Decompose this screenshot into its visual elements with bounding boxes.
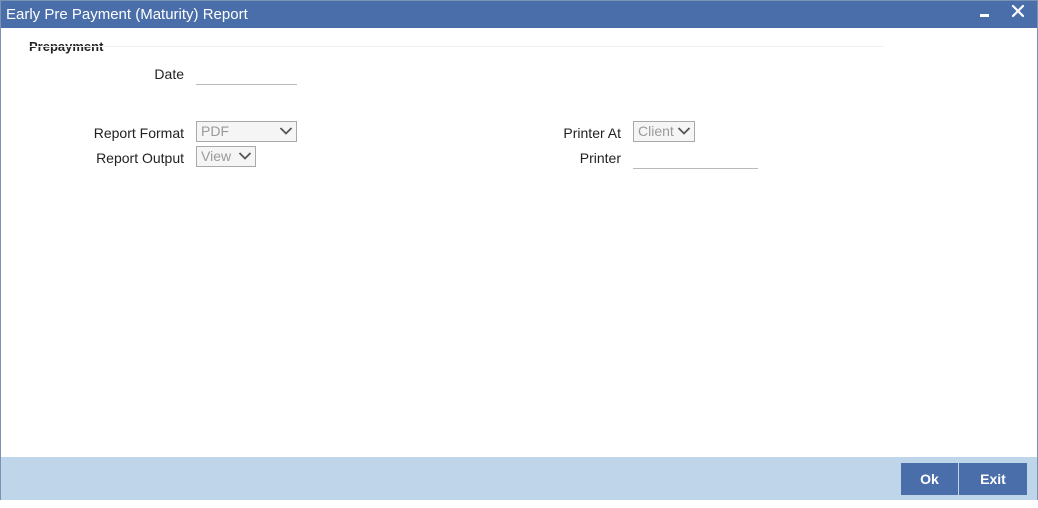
footer-bar xyxy=(1,457,1037,500)
exit-button[interactable]: Exit xyxy=(959,463,1027,495)
report-output-select[interactable]: View xyxy=(196,146,256,167)
title-bar: Early Pre Payment (Maturity) Report xyxy=(1,1,1037,28)
report-format-value: PDF xyxy=(201,123,229,139)
minimize-button[interactable] xyxy=(974,2,996,24)
close-icon xyxy=(1011,4,1025,18)
printer-input[interactable] xyxy=(633,151,758,169)
report-window: Early Pre Payment (Maturity) Report Prep… xyxy=(0,0,1038,500)
report-output-label: Report Output xyxy=(96,150,184,166)
report-format-label: Report Format xyxy=(93,125,184,141)
date-label: Date xyxy=(154,66,184,82)
printer-at-label: Printer At xyxy=(563,125,621,141)
printer-label: Printer xyxy=(579,150,621,166)
ok-button[interactable]: Ok xyxy=(901,463,958,495)
close-button[interactable] xyxy=(1007,2,1029,24)
report-format-select[interactable]: PDF xyxy=(196,121,297,142)
date-input[interactable] xyxy=(196,67,297,85)
window-title: Early Pre Payment (Maturity) Report xyxy=(6,6,248,23)
minimize-icon xyxy=(980,14,989,17)
printer-at-select[interactable]: Client xyxy=(633,121,695,142)
chevron-down-icon xyxy=(238,152,252,160)
printer-at-value: Client xyxy=(638,123,674,139)
chevron-down-icon xyxy=(677,127,691,135)
section-divider xyxy=(29,46,884,47)
chevron-down-icon xyxy=(279,127,293,135)
report-output-value: View xyxy=(201,148,232,164)
